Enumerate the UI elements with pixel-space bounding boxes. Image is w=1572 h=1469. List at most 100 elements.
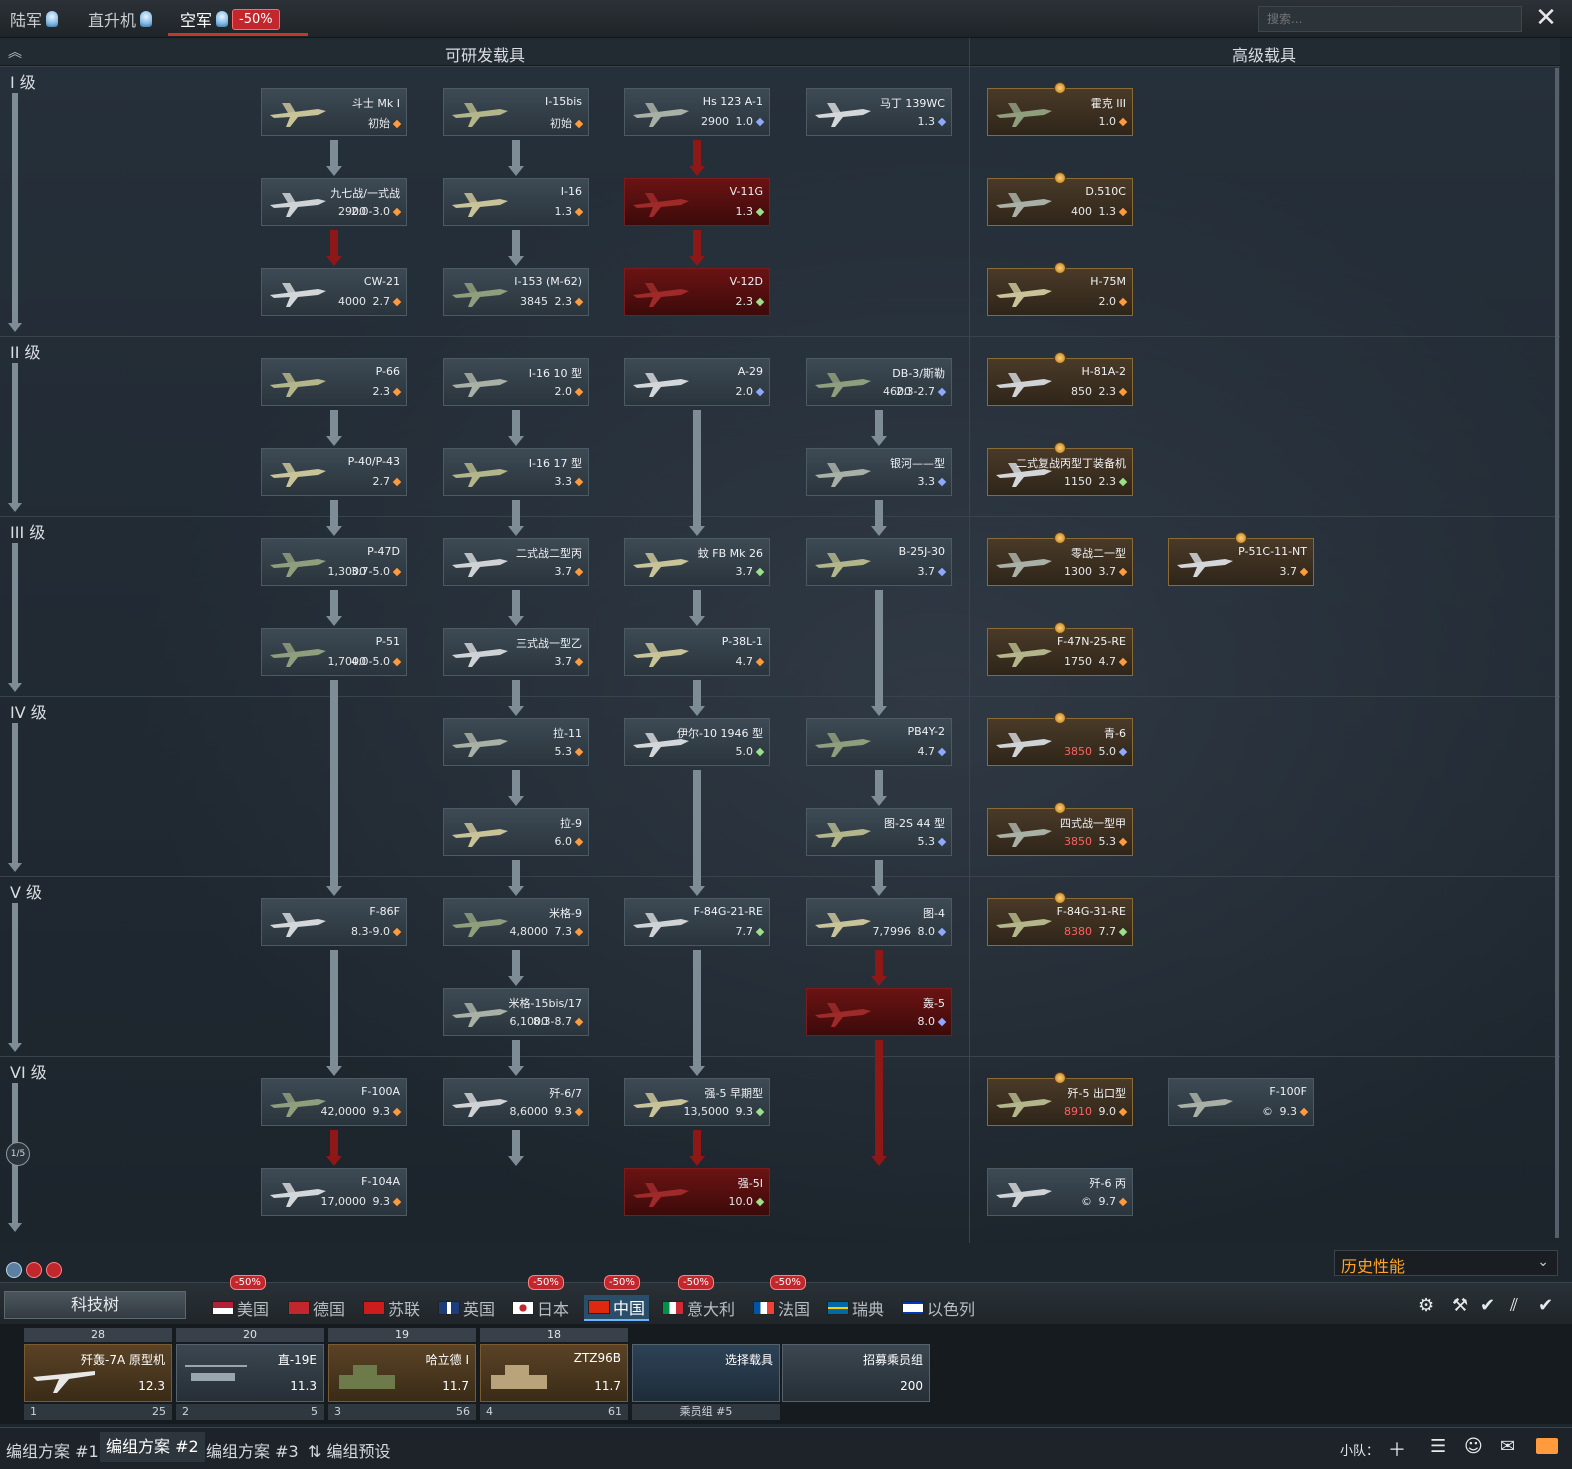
vehicle-card[interactable]: I-16 17 型 3.3 (443, 448, 589, 496)
vehicle-card[interactable]: P-40/P-43 2.7 (261, 448, 407, 496)
rank-label[interactable]: III 级 (10, 519, 45, 543)
vehicle-card[interactable]: P-47D 3.7-5.0 1,3000 (261, 538, 407, 586)
vehicle-card[interactable]: V-12D 2.3 (624, 268, 770, 316)
vehicle-card[interactable]: 斗士 Mk I 初始 (261, 88, 407, 136)
vehicle-card[interactable]: H-75M 2.0 (987, 262, 1133, 316)
preset-3[interactable]: 编组方案 #3 (206, 1438, 299, 1462)
vehicle-card[interactable]: 图-4 8.0 7,7996 (806, 898, 952, 946)
vehicle-card[interactable]: F-84G-31-RE 7.7 8380 (987, 892, 1133, 946)
nation-britain[interactable]: 英国 (438, 1295, 495, 1321)
tab-ground[interactable]: 陆军 (10, 6, 59, 32)
vehicle-card[interactable]: 伊尔-10 1946 型 5.0 (624, 718, 770, 766)
vehicle-card[interactable]: 歼-6/7 9.3 8,6000 (443, 1078, 589, 1126)
crew-slot[interactable]: 20 直-19E 11.3 2 5 (176, 1328, 324, 1420)
slot-vehicle[interactable]: 歼轰-7A 原型机 12.3 (24, 1344, 172, 1402)
slot-vehicle[interactable]: 直-19E 11.3 (176, 1344, 324, 1402)
vehicle-card[interactable]: 霍克 III 1.0 (987, 82, 1133, 136)
tech-tree-button[interactable]: 科技树 (4, 1291, 186, 1319)
timer-icon[interactable] (26, 1262, 42, 1278)
vehicle-card[interactable]: 青-6 5.0 3850 (987, 712, 1133, 766)
vehicle-card[interactable]: 蚊 FB Mk 26 3.7 (624, 538, 770, 586)
gear-icon[interactable]: ⚙ (1418, 1295, 1434, 1316)
nation-usa[interactable]: 美国 (212, 1295, 269, 1321)
vehicle-card[interactable]: V-11G 1.3 (624, 178, 770, 226)
vehicle-card[interactable]: F-84G-21-RE 7.7 (624, 898, 770, 946)
ammo-icon[interactable]: ⫽ (1510, 1295, 1518, 1316)
vehicle-card[interactable]: 强-5I 10.0 (624, 1168, 770, 1216)
rank-label[interactable]: VI 级 (10, 1059, 47, 1083)
preset-setup[interactable]: ⇅ 编组预设 (308, 1438, 391, 1462)
add-icon[interactable]: ＋ (1388, 1436, 1406, 1462)
vehicle-card[interactable]: P-38L-1 4.7 (624, 628, 770, 676)
vehicle-card[interactable]: F-86F 8.3-9.0 (261, 898, 407, 946)
chat-icon[interactable]: ✉ (1500, 1436, 1515, 1457)
vehicle-card[interactable]: Hs 123 A-1 1.0 2900 (624, 88, 770, 136)
vehicle-card[interactable]: 拉-11 5.3 (443, 718, 589, 766)
tab-helicopters[interactable]: 直升机 (88, 6, 153, 32)
nation-japan[interactable]: 日本 (512, 1295, 569, 1321)
tree-scrollbar[interactable] (1555, 68, 1559, 1238)
vehicle-card[interactable]: F-100F 9.3 © (1168, 1078, 1314, 1126)
vehicle-card[interactable]: 轰-5 8.0 (806, 988, 952, 1036)
vehicle-card[interactable]: P-66 2.3 (261, 358, 407, 406)
rank-label[interactable]: IV 级 (10, 699, 47, 723)
rank-label[interactable]: V 级 (10, 879, 42, 903)
vehicle-card[interactable]: 银河——型 3.3 (806, 448, 952, 496)
research-bulb-icon[interactable] (6, 1262, 22, 1278)
vehicle-card[interactable]: 米格-9 7.3 4,8000 (443, 898, 589, 946)
vehicle-card[interactable]: H-81A-2 2.3 850 (987, 352, 1133, 406)
crew-slot[interactable]: 19 哈立德 I 11.7 3 56 (328, 1328, 476, 1420)
auto-repair-check-icon[interactable]: ✔ (1480, 1295, 1495, 1316)
preset-2[interactable]: 编组方案 #2 (100, 1432, 205, 1462)
repair-wrench-icon[interactable]: ⚒ (1452, 1295, 1468, 1316)
auto-ammo-check-icon[interactable]: ✔ (1538, 1295, 1553, 1316)
mail-icon[interactable] (1536, 1438, 1558, 1454)
close-button[interactable]: ✕ (1532, 4, 1560, 32)
vehicle-card[interactable]: F-47N-25-RE 4.7 1750 (987, 622, 1133, 676)
list-icon[interactable]: ☰ (1430, 1436, 1446, 1457)
rank-label[interactable]: II 级 (10, 339, 41, 363)
history-performance-select[interactable]: 历史性能 ⌄ (1334, 1250, 1558, 1276)
vehicle-card[interactable]: I-153 (M-62) 2.3 3845 (443, 268, 589, 316)
collapse-all-icon[interactable]: ︽ (8, 42, 22, 62)
vehicle-card[interactable]: 零战二一型 3.7 1300 (987, 532, 1133, 586)
nation-sweden[interactable]: 瑞典 (827, 1295, 884, 1321)
vehicle-card[interactable]: 四式战一型甲 5.3 3850 (987, 802, 1133, 856)
slot-vehicle[interactable]: 哈立德 I 11.7 (328, 1344, 476, 1402)
vehicle-card[interactable]: 三式战一型乙 3.7 (443, 628, 589, 676)
vehicle-card[interactable]: A-29 2.0 (624, 358, 770, 406)
page-indicator[interactable]: 1/5 (6, 1142, 30, 1166)
vehicle-card[interactable]: 二式复战丙型丁装备机 2.3 1150 (987, 442, 1133, 496)
vehicle-card[interactable]: P-51 4.0-5.0 1,7000 (261, 628, 407, 676)
nation-ussr[interactable]: 苏联 (363, 1295, 420, 1321)
vehicle-card[interactable]: 拉-9 6.0 (443, 808, 589, 856)
discount-icon[interactable] (46, 1262, 62, 1278)
nation-italy[interactable]: 意大利 (662, 1295, 735, 1321)
vehicle-card[interactable]: F-104A 9.3 17,0000 (261, 1168, 407, 1216)
vehicle-card[interactable]: 二式战二型丙 3.7 (443, 538, 589, 586)
tab-aviation[interactable]: 空军 -50% (180, 6, 280, 32)
vehicle-card[interactable]: CW-21 2.7 4000 (261, 268, 407, 316)
vehicle-card[interactable]: 九七战/一式战 2.0-3.0 2900 (261, 178, 407, 226)
vehicle-card[interactable]: 米格-15bis/17 8.3-8.7 6,1000 (443, 988, 589, 1036)
preset-1[interactable]: 编组方案 #1 (6, 1438, 99, 1462)
vehicle-card[interactable]: F-100A 9.3 42,0000 (261, 1078, 407, 1126)
vehicle-card[interactable]: 歼-5 出口型 9.0 8910 (987, 1072, 1133, 1126)
search-input[interactable] (1258, 6, 1522, 32)
crew-slot[interactable]: 18 ZTZ96B 11.7 4 61 (480, 1328, 628, 1420)
nation-germany[interactable]: 德国 (288, 1295, 345, 1321)
vehicle-card[interactable]: I-16 1.3 (443, 178, 589, 226)
vehicle-card[interactable]: PB4Y-2 4.7 (806, 718, 952, 766)
slot-vehicle[interactable]: ZTZ96B 11.7 (480, 1344, 628, 1402)
tech-tree-area[interactable]: ︽ 可研发载具 高级载具 I 级 II 级 III 级 IV 级 V 级 VI … (0, 38, 1560, 1243)
vehicle-card[interactable]: D.510C 1.3 400 (987, 172, 1133, 226)
nation-israel[interactable]: 以色列 (902, 1295, 975, 1321)
nation-france[interactable]: 法国 (753, 1295, 810, 1321)
nation-china[interactable]: 中国 (584, 1295, 650, 1321)
select-vehicle-button[interactable]: 选择载具 (632, 1344, 780, 1402)
rank-label[interactable]: I 级 (10, 69, 36, 93)
vehicle-card[interactable]: B-25J-30 3.7 (806, 538, 952, 586)
select-vehicle-slot[interactable]: 选择载具 乘员组 #5 (632, 1328, 780, 1420)
vehicle-card[interactable]: 马丁 139WC 1.3 (806, 88, 952, 136)
vehicle-card[interactable]: 歼-6 丙 9.7 © (987, 1168, 1133, 1216)
